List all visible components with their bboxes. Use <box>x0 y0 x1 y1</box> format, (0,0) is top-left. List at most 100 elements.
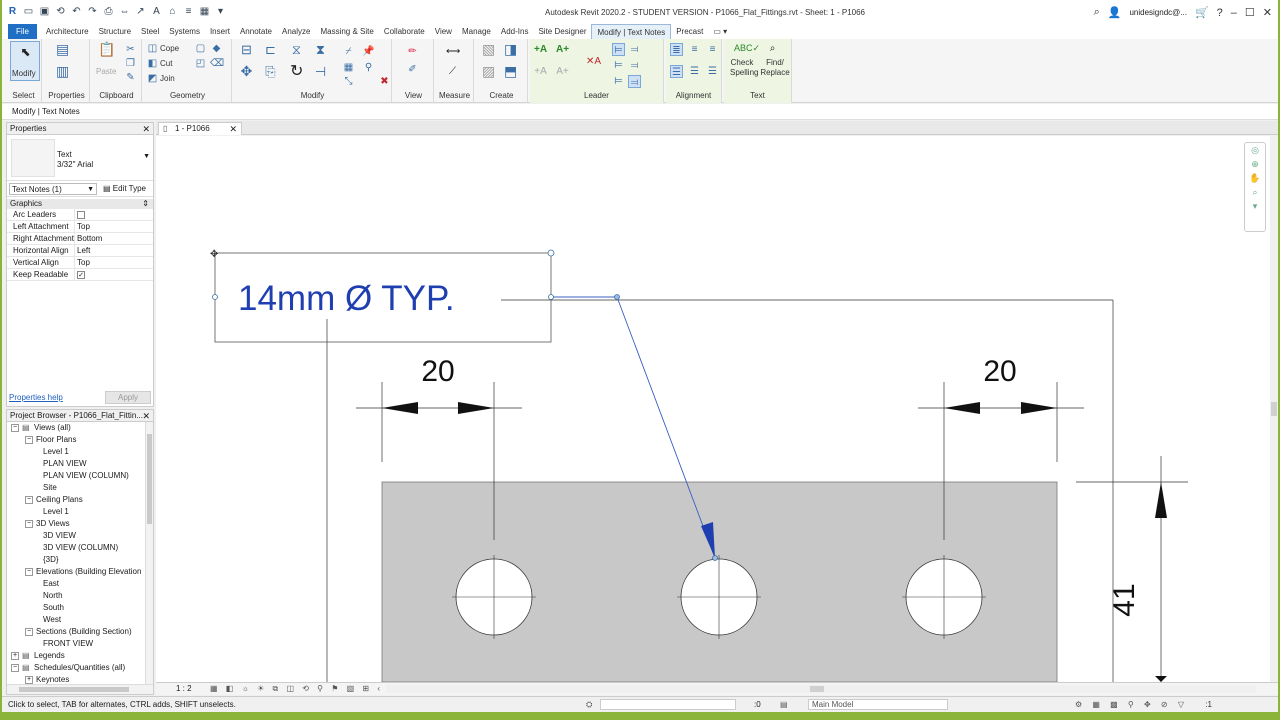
browser-node[interactable]: Site <box>7 482 153 494</box>
scrollbar-thumb[interactable] <box>810 686 824 692</box>
property-row[interactable]: Left Attachment Top <box>7 221 153 233</box>
browser-node[interactable]: Level 1 <box>7 506 153 518</box>
leader-right-top-icon[interactable]: ⫤ <box>628 43 641 56</box>
tab-steel[interactable]: Steel <box>136 24 164 39</box>
dimension-icon[interactable]: ↗ <box>134 5 147 18</box>
tab-precast[interactable]: Precast <box>671 24 708 39</box>
leader-end-handle[interactable] <box>712 555 718 561</box>
chevron-down-icon[interactable]: ▼ <box>143 153 150 160</box>
nav-menu-icon[interactable]: ▾ <box>1245 199 1265 213</box>
canvas-horizontal-scrollbar[interactable] <box>386 685 1256 693</box>
add-leader-right-icon[interactable]: A+ <box>556 43 569 56</box>
tab-systems[interactable]: Systems <box>164 24 205 39</box>
cope-label[interactable]: Cope <box>160 44 179 53</box>
collapse-toggle-icon[interactable]: − <box>25 627 33 636</box>
property-value[interactable]: Top <box>75 257 153 268</box>
browser-node[interactable]: North <box>7 590 153 602</box>
find-replace-button[interactable]: Find/ Replace <box>760 58 790 78</box>
create-similar-icon[interactable]: ⬒ <box>504 64 517 78</box>
checkbox[interactable]: ✓ <box>77 271 85 279</box>
type-properties-icon[interactable]: ▥ <box>56 64 69 78</box>
revit-logo-icon[interactable]: R <box>6 5 19 18</box>
open-icon[interactable]: ▭ <box>22 5 35 18</box>
align-center-icon[interactable]: ☰ <box>688 65 701 78</box>
tab-view[interactable]: View <box>430 24 457 39</box>
type-selector[interactable]: Text 3/32" Arial ▼ <box>7 135 153 181</box>
browser-node[interactable]: − Ceiling Plans <box>7 494 153 506</box>
selection-filter-icons[interactable]: ⚙ ▦ ▩ ⚲ ✥ ⊘ ▽ <box>1075 697 1188 712</box>
create-assembly-icon[interactable]: ▧ <box>482 42 495 56</box>
create-group-icon[interactable]: ▨ <box>482 64 495 78</box>
property-value[interactable]: Bottom <box>75 233 153 244</box>
collapse-toggle-icon[interactable]: − <box>25 567 33 576</box>
editing-requests-icon[interactable]: ▤ <box>780 697 788 712</box>
property-value[interactable]: Left <box>75 245 153 256</box>
scale-icon[interactable]: ⤡ <box>342 75 355 88</box>
leader-left-top-icon[interactable]: ⊨ <box>612 43 625 56</box>
property-row[interactable]: Vertical Align Top <box>7 257 153 269</box>
measure-distance-icon[interactable]: ⟷ <box>446 45 460 58</box>
mirror-draw-icon[interactable]: ⧗ <box>314 43 327 56</box>
move-handle-icon[interactable]: ✥ <box>210 249 218 260</box>
panel-select-label[interactable]: Select <box>6 91 41 100</box>
scrollbar-thumb[interactable] <box>1271 402 1277 416</box>
browser-node[interactable]: − Sections (Building Section) <box>7 626 153 638</box>
collapse-toggle-icon[interactable]: − <box>25 495 33 504</box>
offset-icon[interactable]: ⊏ <box>264 43 277 56</box>
properties-icon[interactable]: ▤ <box>56 42 69 56</box>
tab-architecture[interactable]: Architecture <box>41 24 94 39</box>
property-value[interactable]: Top <box>75 221 153 232</box>
collapse-icon[interactable]: ⇕ <box>142 199 149 209</box>
design-option-select[interactable]: Main Model <box>808 699 948 710</box>
property-group-graphics[interactable]: Graphics ⇕ <box>7 199 153 209</box>
add-leader-left-icon[interactable]: +A <box>534 43 547 56</box>
property-row[interactable]: Keep Readable ✓ <box>7 269 153 281</box>
browser-node[interactable]: + ▤ Legends <box>7 650 153 662</box>
checkbox[interactable] <box>77 211 85 219</box>
browser-horizontal-scrollbar[interactable] <box>7 684 153 694</box>
zoom-icon[interactable]: ⌕ <box>1245 185 1265 199</box>
collapse-toggle-icon[interactable]: − <box>25 435 33 444</box>
close-icon[interactable]: ✕ <box>142 123 150 135</box>
trim-icon[interactable]: ⊣ <box>314 65 327 78</box>
instance-filter-select[interactable]: Text Notes (1) ▼ <box>9 183 97 195</box>
edit-type-button[interactable]: ▤ Edit Type <box>103 183 146 194</box>
browser-node[interactable]: PLAN VIEW <box>7 458 153 470</box>
scrollbar-thumb[interactable] <box>147 434 152 524</box>
browser-node[interactable]: South <box>7 602 153 614</box>
tab-structure[interactable]: Structure <box>94 24 136 39</box>
tab-file[interactable]: File <box>8 24 37 39</box>
panel-text-label[interactable]: Text <box>724 91 791 100</box>
thin-lines-icon[interactable]: ≡ <box>182 5 195 18</box>
browser-node[interactable]: West <box>7 614 153 626</box>
browser-node[interactable]: FRONT VIEW <box>7 638 153 650</box>
join-icon[interactable]: ◩ <box>146 72 159 85</box>
create-parts-icon[interactable]: ◨ <box>504 42 517 56</box>
property-row[interactable]: Right Attachment Bottom <box>7 233 153 245</box>
collapse-toggle-icon[interactable]: − <box>11 663 19 672</box>
help-icon[interactable]: ? <box>1217 7 1223 19</box>
leader-elbow-handle[interactable] <box>614 294 620 300</box>
property-row[interactable]: Horizontal Align Left <box>7 245 153 257</box>
grip-handle[interactable] <box>212 294 218 300</box>
scrollbar-thumb[interactable] <box>19 687 129 692</box>
override-graphics-icon[interactable]: ✏ <box>406 45 419 58</box>
view-control-icons[interactable]: ▦ ◧ ☼ ☀ ⧉ ◫ ⟲ ⚲ ⚑ ▧ ⊞ ‹ <box>210 683 383 695</box>
tab-modify-text-notes[interactable]: Modify | Text Notes <box>591 24 672 39</box>
copy-elements-icon[interactable]: ⎘ <box>264 65 277 78</box>
demolish-icon[interactable]: ⌫ <box>210 57 224 70</box>
check-spelling-button[interactable]: Check Spelling <box>730 58 758 78</box>
sync-icon[interactable]: ⟲ <box>54 5 67 18</box>
align-middle-icon[interactable]: ≡ <box>688 43 701 56</box>
close-icon[interactable]: ✕ <box>229 123 237 135</box>
browser-node[interactable]: − Elevations (Building Elevation <box>7 566 153 578</box>
join-label[interactable]: Join <box>160 74 175 83</box>
copy-icon[interactable]: ❐ <box>124 57 137 70</box>
canvas-vertical-scrollbar[interactable] <box>1270 136 1278 682</box>
modify-button[interactable]: ⬉ Modify <box>10 41 40 81</box>
tab-insert[interactable]: Insert <box>205 24 235 39</box>
browser-node[interactable]: Level 1 <box>7 446 153 458</box>
close-icon[interactable]: ✕ <box>142 410 150 422</box>
align-bottom-icon[interactable]: ≡ <box>706 43 719 56</box>
add-right-arc-leader-icon[interactable]: A+ <box>556 65 569 78</box>
